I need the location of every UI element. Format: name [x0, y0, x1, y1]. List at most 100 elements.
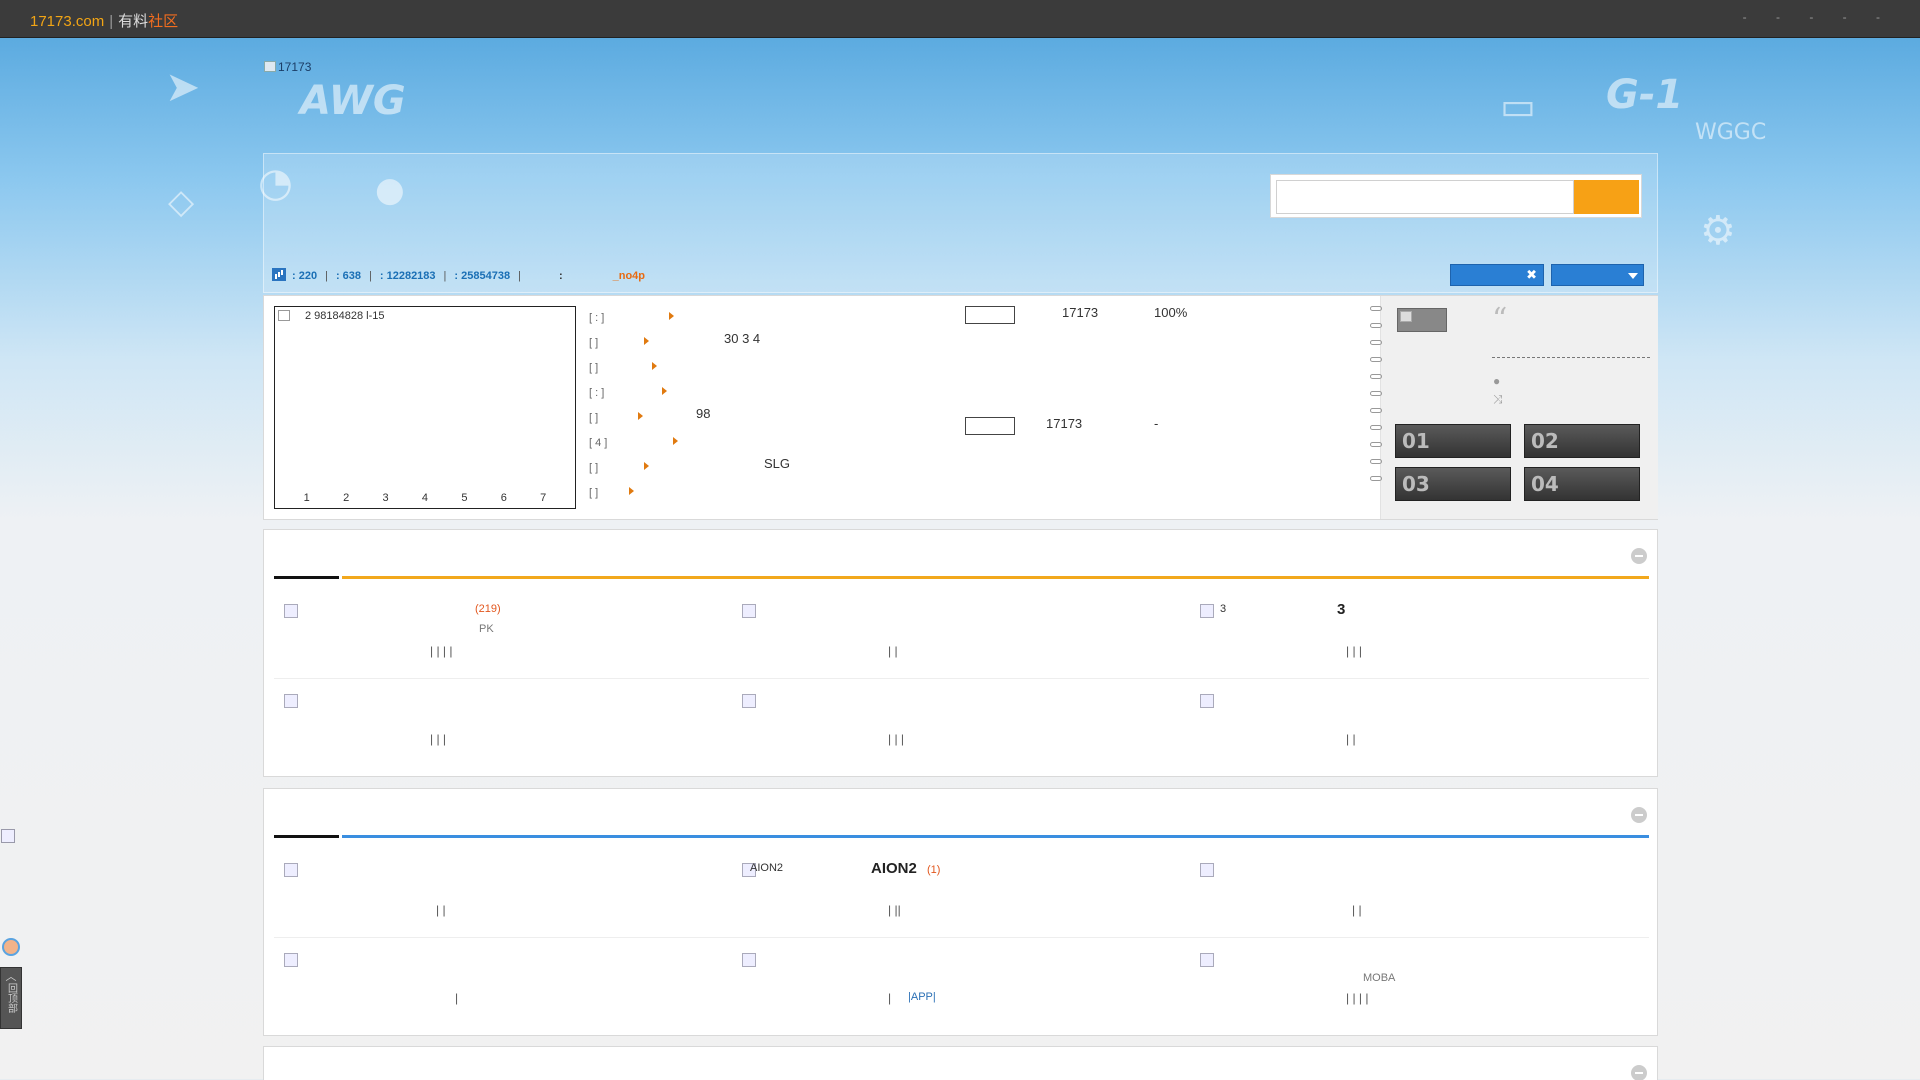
brand-youliao: 有料	[118, 13, 149, 30]
slider-page-4[interactable]: 4	[422, 492, 428, 504]
forum-cell[interactable]: | |APP|	[732, 939, 1190, 1011]
collapse-icon[interactable]	[1631, 807, 1647, 823]
game-card-value: -	[1154, 416, 1159, 431]
news-item[interactable]: [ ]	[589, 356, 929, 381]
stat-pipe: |	[443, 270, 447, 282]
news-title[interactable]: 30 3 4	[724, 331, 760, 346]
forum-sublinks[interactable]: | | |	[888, 732, 904, 746]
forum-sublinks[interactable]: | | |	[430, 732, 446, 746]
game-card-image[interactable]	[965, 417, 1015, 435]
top-link-2[interactable]: -	[1776, 10, 1780, 24]
news-item[interactable]: [ ] 98	[589, 406, 929, 431]
forum-sublinks[interactable]: | |	[888, 644, 898, 658]
forum-thumb	[1200, 694, 1214, 708]
g1-logo-decor: G-1	[1606, 72, 1684, 118]
app-link[interactable]: |APP|	[908, 991, 936, 1003]
search-button[interactable]	[1574, 180, 1639, 214]
forum-sublinks[interactable]: | |	[436, 903, 446, 917]
forum-title[interactable]: 3	[1337, 601, 1345, 618]
forum-sublinks[interactable]: | | | |	[430, 644, 452, 658]
game-card-name[interactable]: 17173	[1046, 416, 1082, 431]
slider-page-5[interactable]: 5	[461, 492, 467, 504]
news-item[interactable]: [ : ]	[589, 306, 929, 331]
forum-cell[interactable]: | | |	[274, 680, 732, 752]
rank-item-2[interactable]: 02	[1524, 424, 1640, 458]
slider-page-1[interactable]: 1	[304, 492, 310, 504]
forum-sublinks[interactable]: |	[455, 991, 458, 1005]
news-item[interactable]: [ ] 30 3 4	[589, 331, 929, 356]
monitor-icon: ▭	[1500, 84, 1536, 128]
forum-sublinks[interactable]: | ||	[888, 903, 901, 917]
slider-page-7[interactable]: 7	[540, 492, 546, 504]
top-link-1[interactable]: -	[1743, 10, 1747, 24]
news-item[interactable]: [ ] SLG	[589, 456, 929, 481]
community-link[interactable]: 有料社区	[118, 13, 178, 30]
main-panel: 2 98184828 l-15 1 2 3 4 5 6 7 [ : ] [ ] 3…	[263, 295, 1658, 520]
game-card-image[interactable]	[965, 306, 1015, 324]
news-title[interactable]: 98	[696, 406, 710, 421]
brand-site-link[interactable]: 17173.com	[30, 13, 104, 30]
game-card-name[interactable]: 17173	[1062, 305, 1098, 320]
forum-cell[interactable]: AION2 AION2 (1) | ||	[732, 849, 1190, 921]
floating-ad-image[interactable]	[1, 829, 15, 843]
slider-page-2[interactable]: 2	[343, 492, 349, 504]
news-arrow-icon	[644, 462, 649, 470]
top-link-5[interactable]: -	[1876, 10, 1880, 24]
news-item[interactable]: [ 4 ]	[589, 431, 929, 456]
news-tag: [ ]	[589, 487, 599, 499]
news-tag: [ ]	[589, 337, 599, 349]
forum-sublinks[interactable]: |	[888, 991, 891, 1005]
forum-cell[interactable]: (219) PK | | | |	[274, 590, 732, 662]
forum-cell[interactable]: | | |	[732, 680, 1190, 752]
forum-sublinks[interactable]: | |	[1352, 903, 1362, 917]
search-box	[1270, 174, 1642, 218]
top-link-3[interactable]: -	[1809, 10, 1813, 24]
rank-item-3[interactable]: 03	[1395, 467, 1511, 501]
forum-cell[interactable]: | |	[274, 849, 732, 921]
back-to-top-button[interactable]: ︿ 回顶部	[0, 967, 22, 1029]
news-title[interactable]: SLG	[764, 456, 790, 471]
brand-shequ: 社区	[148, 13, 179, 30]
rank-item-4[interactable]: 04	[1524, 467, 1640, 501]
forum-cell[interactable]: MOBA | | | |	[1190, 939, 1648, 1011]
top-link-4[interactable]: -	[1843, 10, 1847, 24]
site-brand[interactable]: 17173.com | 有料社区	[30, 10, 178, 31]
slider-page-3[interactable]: 3	[382, 492, 388, 504]
forum-cell[interactable]: | |	[1190, 680, 1648, 752]
customer-service-icon[interactable]	[2, 938, 20, 956]
news-item[interactable]: [ ]	[589, 481, 929, 506]
expand-icon: ✖	[1526, 267, 1537, 282]
news-item[interactable]: [ : ]	[589, 381, 929, 406]
site-logo[interactable]: 17173	[264, 60, 311, 74]
forum-section-3	[263, 1046, 1658, 1080]
fullscreen-button[interactable]: ✖	[1450, 264, 1544, 286]
rank-item-1[interactable]: 01	[1395, 424, 1511, 458]
dropdown-button[interactable]	[1551, 264, 1644, 286]
search-input[interactable]	[1276, 180, 1574, 214]
slider-page-6[interactable]: 6	[501, 492, 507, 504]
ring	[1370, 391, 1382, 396]
image-slider[interactable]: 2 98184828 l-15 1 2 3 4 5 6 7	[274, 306, 576, 509]
avatar[interactable]	[1397, 308, 1447, 332]
ring	[1370, 408, 1382, 413]
newest-user-link[interactable]: _no4p	[613, 270, 645, 282]
stat-newest-label: :	[558, 270, 563, 282]
forum-sublinks[interactable]: | | | |	[1346, 991, 1368, 1005]
stat-today: : 220	[292, 270, 318, 282]
gear-icon: ⚙	[1700, 208, 1736, 254]
ring	[1370, 357, 1382, 362]
collapse-icon[interactable]	[1631, 548, 1647, 564]
stats-chart-icon	[272, 268, 286, 281]
forum-cell[interactable]: | |	[1190, 849, 1648, 921]
news-list: [ : ] [ ] 30 3 4 [ ] [ : ] [ ] 98 [ 4 ] [ …	[589, 306, 929, 506]
forum-title[interactable]: AION2	[871, 860, 917, 877]
collapse-icon[interactable]	[1631, 1065, 1647, 1080]
forum-sublinks[interactable]: | |	[1346, 732, 1356, 746]
forum-cell[interactable]: |	[274, 939, 732, 1011]
section-underline	[342, 576, 1649, 579]
forum-cell[interactable]: | |	[732, 590, 1190, 662]
forum-cell[interactable]: 3 3 | | |	[1190, 590, 1648, 662]
shuffle-icon[interactable]: ⤨	[1493, 392, 1503, 407]
game-card-value: 100%	[1154, 305, 1188, 320]
forum-sublinks[interactable]: | | |	[1346, 644, 1362, 658]
